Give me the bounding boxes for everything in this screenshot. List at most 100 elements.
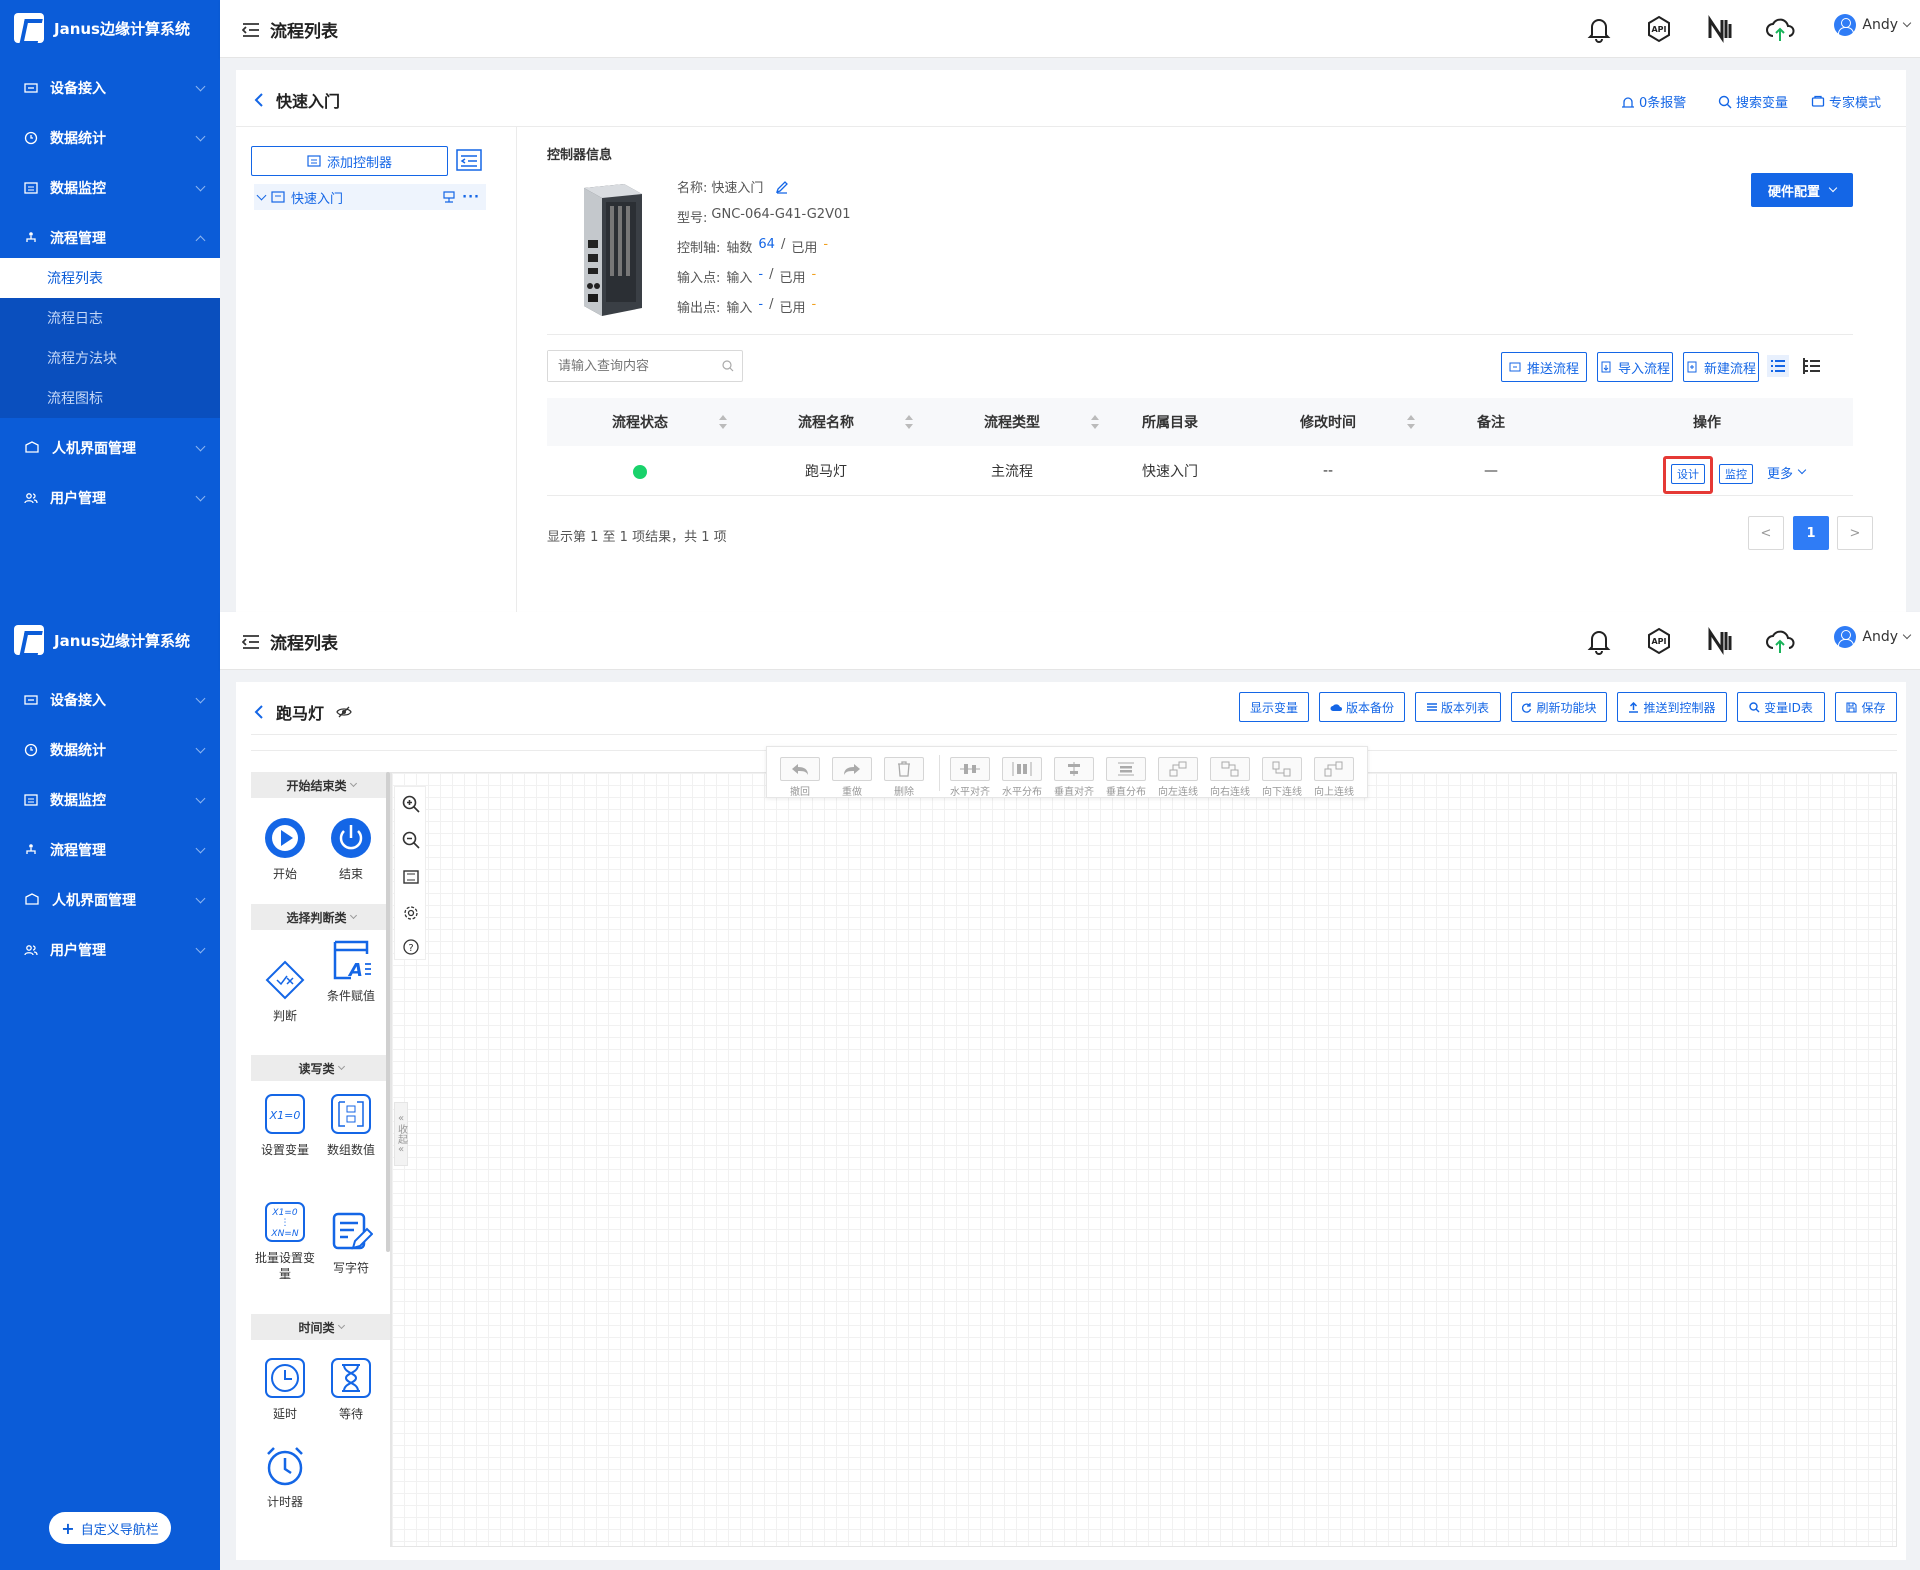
sidebar-item-users[interactable]: 用户管理 <box>0 925 220 975</box>
cloud-upload-icon[interactable] <box>1764 626 1796 656</box>
tree-collapse-icon[interactable] <box>456 147 482 173</box>
push-controller-button[interactable]: 推送到控制器 <box>1617 692 1727 722</box>
user-menu[interactable]: Andy <box>1834 626 1912 648</box>
more-dropdown[interactable]: 更多 <box>1767 460 1807 484</box>
node-delay[interactable]: 延时 <box>255 1356 315 1422</box>
dist-h-button[interactable]: 水平分布 <box>1001 757 1043 798</box>
pager-prev[interactable]: < <box>1748 516 1784 550</box>
more-icon[interactable]: ··· <box>462 190 480 205</box>
design-button[interactable]: 设计 <box>1671 464 1705 484</box>
cloud-upload-icon[interactable] <box>1764 14 1796 44</box>
back-arrow-icon[interactable] <box>254 92 264 108</box>
node-write-string[interactable]: 写字符 <box>321 1210 381 1276</box>
version-backup-button[interactable]: 版本备份 <box>1319 692 1405 722</box>
tree-node[interactable]: 快速入门 ··· <box>254 184 486 210</box>
add-controller-button[interactable]: 添加控制器 <box>251 146 448 176</box>
search-variable-link[interactable]: 搜索变量 <box>1718 92 1788 111</box>
connect-right-button[interactable]: 向右连线 <box>1209 757 1251 798</box>
node-judge[interactable]: 判断 <box>255 958 315 1024</box>
dist-v-button[interactable]: 垂直分布 <box>1105 757 1147 798</box>
sidebar-item-users[interactable]: 用户管理 <box>0 473 220 523</box>
zoom-in-icon[interactable] <box>402 795 420 813</box>
sidebar-item-stats[interactable]: 数据统计 <box>0 113 220 163</box>
sidebar-item-stats[interactable]: 数据统计 <box>0 725 220 775</box>
node-batch-set[interactable]: X1=0 ⋮ XN=N 批量设置变量 <box>255 1200 315 1282</box>
api-icon[interactable]: API <box>1644 626 1674 656</box>
zoom-out-icon[interactable] <box>402 831 420 849</box>
submenu-flow-list[interactable]: 流程列表 <box>0 258 220 298</box>
fit-screen-icon[interactable] <box>403 869 419 885</box>
bell-icon[interactable] <box>1584 626 1614 656</box>
collapse-handle[interactable]: « 收起 « <box>394 1102 408 1166</box>
node-array-value[interactable]: 数组数值 <box>321 1092 381 1158</box>
pager-current[interactable]: 1 <box>1793 516 1829 550</box>
list-view-icon[interactable] <box>1767 355 1789 377</box>
sidebar-item-hmi[interactable]: 人机界面管理 <box>0 423 220 473</box>
category-read-write[interactable]: 读写类 <box>251 1055 390 1081</box>
edit-icon[interactable] <box>775 180 789 194</box>
node-end[interactable]: 结束 <box>321 816 381 882</box>
delete-button[interactable]: 删除 <box>883 757 925 798</box>
sidebar-item-device[interactable]: 设备接入 <box>0 675 220 725</box>
undo-button[interactable]: 撤回 <box>779 757 821 798</box>
save-button[interactable]: 保存 <box>1835 692 1897 722</box>
api-icon[interactable]: API <box>1644 14 1674 44</box>
tree-view-icon[interactable] <box>1801 355 1823 377</box>
submenu-flow-method[interactable]: 流程方法块 <box>0 338 220 378</box>
import-flow-button[interactable]: 导入流程 <box>1597 352 1673 382</box>
monitor-button[interactable]: 监控 <box>1719 464 1753 484</box>
refresh-blocks-button[interactable]: 刷新功能块 <box>1511 692 1607 722</box>
settings-icon[interactable] <box>403 905 419 921</box>
connect-left-button[interactable]: 向左连线 <box>1157 757 1199 798</box>
var-id-table-button[interactable]: 变量ID表 <box>1737 692 1825 722</box>
redo-button[interactable]: 重做 <box>831 757 873 798</box>
node-set-var[interactable]: X1=0 设置变量 <box>255 1092 315 1158</box>
pager-next[interactable]: > <box>1837 516 1873 550</box>
menu-fold-icon[interactable] <box>242 22 260 38</box>
connect-up-button[interactable]: 向上连线 <box>1313 757 1355 798</box>
node-cond-assign[interactable]: A 条件赋值 <box>321 938 381 1004</box>
sort-icon[interactable] <box>1407 415 1415 429</box>
category-decision[interactable]: 选择判断类 <box>251 904 390 930</box>
node-start[interactable]: 开始 <box>255 816 315 882</box>
sidebar-item-flow[interactable]: 流程管理 <box>0 213 220 263</box>
node-timer[interactable]: 计时器 <box>255 1444 315 1510</box>
sidebar-item-monitor[interactable]: 数据监控 <box>0 775 220 825</box>
show-vars-button[interactable]: 显示变量 <box>1239 692 1309 722</box>
app-logo[interactable]: Janus边缘计算系统 <box>14 624 190 656</box>
sidebar-item-monitor[interactable]: 数据监控 <box>0 163 220 213</box>
sort-icon[interactable] <box>719 415 727 429</box>
alarm-link[interactable]: 0条报警 <box>1621 92 1686 111</box>
flow-canvas[interactable] <box>391 772 1897 1547</box>
custom-nav-button[interactable]: + 自定义导航栏 <box>49 1512 171 1544</box>
network-icon[interactable] <box>1704 14 1734 44</box>
submenu-flow-log[interactable]: 流程日志 <box>0 298 220 338</box>
network-icon[interactable] <box>1704 626 1734 656</box>
push-flow-button[interactable]: 推送流程 <box>1501 352 1587 382</box>
search-input[interactable] <box>548 351 708 381</box>
search-box[interactable] <box>547 350 743 382</box>
align-h-button[interactable]: 水平对齐 <box>949 757 991 798</box>
new-flow-button[interactable]: 新建流程 <box>1683 352 1759 382</box>
category-time[interactable]: 时间类 <box>251 1314 390 1340</box>
connect-down-button[interactable]: 向下连线 <box>1261 757 1303 798</box>
user-menu[interactable]: Andy <box>1834 14 1912 36</box>
node-wait[interactable]: 等待 <box>321 1356 381 1422</box>
bell-icon[interactable] <box>1584 14 1614 44</box>
help-icon[interactable]: ? <box>403 939 419 955</box>
palette-scrollbar[interactable] <box>386 772 390 1252</box>
app-logo[interactable]: Janus边缘计算系统 <box>14 12 190 44</box>
category-start-end[interactable]: 开始结束类 <box>251 772 390 798</box>
hardware-config-button[interactable]: 硬件配置 <box>1751 173 1853 207</box>
submenu-flow-icon[interactable]: 流程图标 <box>0 378 220 418</box>
version-list-button[interactable]: 版本列表 <box>1415 692 1501 722</box>
flow-name-link[interactable]: 跑马灯 <box>733 446 919 496</box>
sort-icon[interactable] <box>1091 415 1099 429</box>
expert-mode-link[interactable]: 专家模式 <box>1811 92 1881 111</box>
eye-off-icon[interactable] <box>336 706 352 718</box>
sidebar-item-flow[interactable]: 流程管理 <box>0 825 220 875</box>
back-arrow-icon[interactable] <box>254 704 264 720</box>
align-v-button[interactable]: 垂直对齐 <box>1053 757 1095 798</box>
sidebar-item-hmi[interactable]: 人机界面管理 <box>0 875 220 925</box>
sidebar-item-device[interactable]: 设备接入 <box>0 63 220 113</box>
